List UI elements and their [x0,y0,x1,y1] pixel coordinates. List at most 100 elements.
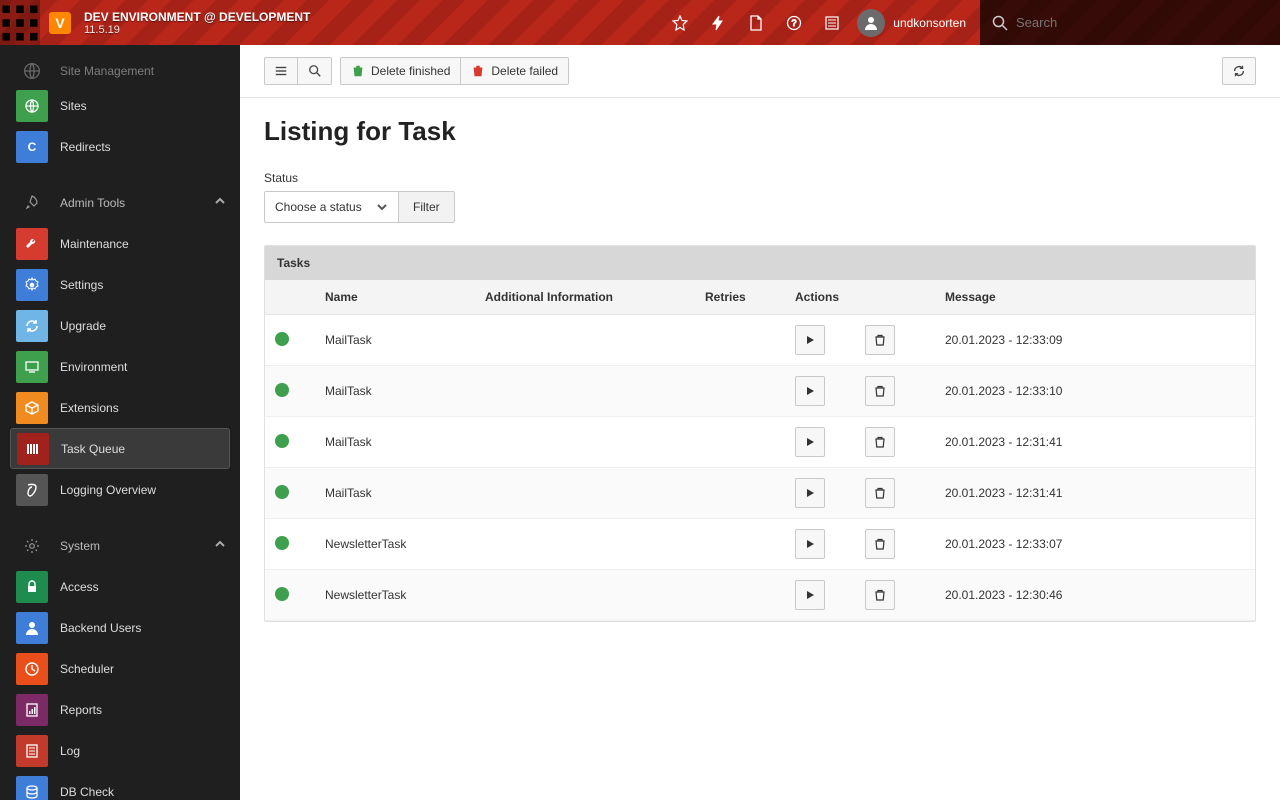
delete-task-button[interactable] [865,376,895,406]
run-task-button[interactable] [795,529,825,559]
bars-icon [17,433,49,465]
sidebar-item-sites[interactable]: Sites [0,85,240,126]
bookmark-button[interactable] [661,0,699,45]
play-icon [804,334,816,346]
chevron-up-icon [214,195,226,210]
trash-red-icon [471,64,485,78]
sidebar-group-admin-tools[interactable]: Admin Tools [0,183,240,223]
search-view-button[interactable] [298,57,332,85]
sidebar-group-system[interactable]: System [0,526,240,566]
topbar: V DEV ENVIRONMENT @ DEVELOPMENT 11.5.19 … [0,0,1280,45]
sidebar-item-scheduler[interactable]: Scheduler [0,648,240,689]
sidebar-item-log[interactable]: Log [0,730,240,771]
global-search[interactable] [980,0,1280,45]
cell-actions [785,366,935,417]
lock-icon [16,571,48,603]
table-row: MailTask20.01.2023 - 12:31:41 [265,417,1255,468]
sidebar-item-access[interactable]: Access [0,566,240,607]
sidebar-item-backend-users[interactable]: Backend Users [0,607,240,648]
cell-info [475,417,695,468]
search-input[interactable] [1016,15,1256,30]
refresh-button[interactable] [1222,57,1256,85]
sidebar-item-upgrade[interactable]: Upgrade [0,305,240,346]
status-select[interactable]: Choose a status [264,191,399,223]
run-task-button[interactable] [795,580,825,610]
run-task-button[interactable] [795,427,825,457]
sidebar-item-environment[interactable]: Environment [0,346,240,387]
sidebar-item-task-queue[interactable]: Task Queue [10,428,230,469]
sidebar-item-settings[interactable]: Settings [0,264,240,305]
search-icon [992,15,1008,31]
cell-info [475,570,695,621]
page-title: Listing for Task [264,116,1256,147]
sidebar-item-label: Site Management [60,64,154,78]
sidebar-item-reports[interactable]: Reports [0,689,240,730]
cell-retries [695,468,785,519]
help-icon: ? [786,15,802,31]
button-label: Delete failed [491,64,558,78]
run-task-button[interactable] [795,325,825,355]
trash-icon [874,589,886,601]
sidebar-item-label: Redirects [60,140,111,154]
sidebar-item-label: Maintenance [60,237,129,251]
run-task-button[interactable] [795,376,825,406]
sidebar-item-redirects[interactable]: Redirects [0,126,240,167]
cell-message: 20.01.2023 - 12:31:41 [935,468,1255,519]
cycle-icon [16,310,48,342]
delete-task-button[interactable] [865,478,895,508]
table-row: MailTask 20.01.2023 - 12:31:41 [265,468,1255,519]
user-icon [16,612,48,644]
cache-flush-button[interactable] [699,0,737,45]
play-icon [804,385,816,397]
refresh-icon [1232,64,1246,78]
sidebar-item-label: Log [60,744,80,758]
trash-green-icon [351,64,365,78]
sidebar-item-label: Upgrade [60,319,106,333]
sidebar-item-db-check[interactable]: DB Check [0,771,240,800]
sidebar-item-logging-overview[interactable]: Logging Overview [0,469,240,510]
col-info: Additional Information [475,280,695,315]
status-dot [275,587,289,601]
sidebar-item-label: Reports [60,703,102,717]
sidebar-item-extensions[interactable]: Extensions [0,387,240,428]
cell-name: MailTask [315,417,475,468]
filter-button[interactable]: Filter [399,191,455,223]
run-task-button[interactable] [795,478,825,508]
sidebar-item-site-management[interactable]: Site Management [0,57,240,85]
sidebar-group-label: System [60,539,100,553]
play-icon [804,436,816,448]
delete-failed-button[interactable]: Delete failed [461,57,569,85]
sidebar-item-maintenance[interactable]: Maintenance [0,223,240,264]
status-filter-label: Status [264,171,1256,185]
delete-task-button[interactable] [865,529,895,559]
app-logo[interactable]: V [40,0,80,45]
delete-task-button[interactable] [865,580,895,610]
app-switcher-button[interactable] [0,0,40,45]
clock-icon [16,653,48,685]
typo3-logo-icon: V [49,12,71,34]
sidebar-item-label: Extensions [60,401,119,415]
table-row: NewsletterTask20.01.2023 - 12:33:07 [265,519,1255,570]
delete-task-button[interactable] [865,325,895,355]
play-icon [804,487,816,499]
sidebar-item-label: Settings [60,278,103,292]
system-info-button[interactable] [813,0,851,45]
sidebar-item-label: Backend Users [60,621,141,635]
environment-info: DEV ENVIRONMENT @ DEVELOPMENT 11.5.19 [80,10,310,36]
delete-finished-button[interactable]: Delete finished [340,57,461,85]
status-dot [275,332,289,346]
cell-name: MailTask [315,468,475,519]
user-menu[interactable]: undkonsorten [851,0,980,45]
cell-info [475,366,695,417]
cell-retries [695,570,785,621]
trash-icon [874,334,886,346]
cell-actions [785,519,935,570]
delete-task-button[interactable] [865,427,895,457]
list-view-button[interactable] [264,57,298,85]
open-docs-button[interactable] [737,0,775,45]
cell-actions [785,570,935,621]
help-button[interactable]: ? [775,0,813,45]
module-toolbar: Delete finished Delete failed [240,45,1280,98]
svg-text:?: ? [792,18,797,28]
list-icon [824,15,840,31]
